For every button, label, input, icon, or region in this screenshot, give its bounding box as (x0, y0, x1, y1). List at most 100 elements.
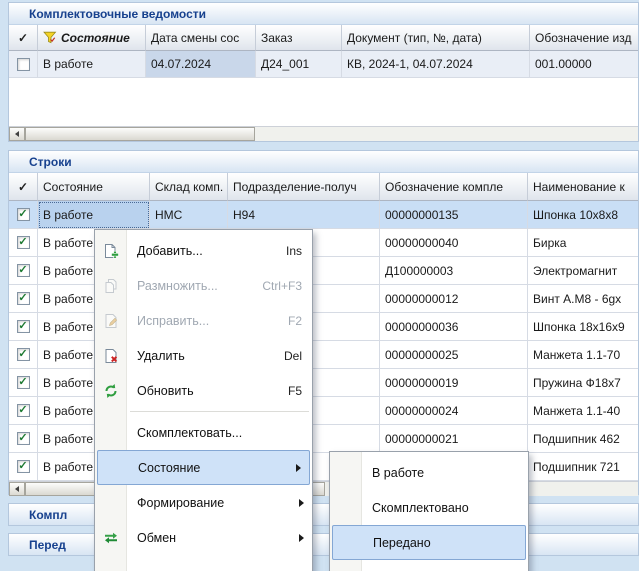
cell-name[interactable]: Манжета 1.1-40 (528, 397, 638, 425)
menu-item-refresh[interactable]: Обновить F5 (95, 373, 312, 408)
submenu-item-skomplektovano[interactable]: Скомплектовано (330, 490, 528, 525)
cell-name[interactable]: Манжета 1.1-70 (528, 341, 638, 369)
checkbox-checked[interactable]: ✓ (17, 292, 30, 305)
cell-designation[interactable]: 001.00000 (530, 51, 638, 78)
panel-header-vedomosti[interactable]: Комплектовочные ведомости (9, 3, 638, 25)
row-select-cell[interactable]: ✓ (9, 397, 38, 425)
header-select-column[interactable]: ✓ (9, 25, 38, 51)
cell-name[interactable]: Бирка (528, 229, 638, 257)
cell-name[interactable]: Шпонка 10х8х8 (528, 201, 638, 229)
menu-item-label: Передано (373, 536, 515, 550)
table-row[interactable]: В работе 04.07.2024 Д24_001 КВ, 2024-1, … (9, 51, 638, 78)
row-select-cell[interactable]: ✓ (9, 285, 38, 313)
refresh-icon (102, 382, 120, 400)
header-warehouse[interactable]: Склад комп. (150, 173, 228, 201)
cell-date[interactable]: 04.07.2024 (146, 51, 256, 78)
menu-item-label: Удалить (137, 349, 272, 363)
row-select-cell[interactable]: ✓ (9, 257, 38, 285)
cell-warehouse[interactable]: НМС (150, 201, 228, 229)
cell-document[interactable]: КВ, 2024-1, 04.07.2024 (342, 51, 530, 78)
checkbox-checked[interactable]: ✓ (17, 236, 30, 249)
checkbox-checked[interactable]: ✓ (17, 460, 30, 473)
scroll-left-button[interactable] (9, 482, 25, 496)
cell-name[interactable]: Электромагнит (528, 257, 638, 285)
cell-name[interactable]: Винт А.М8 - 6gх (528, 285, 638, 313)
cell-designation[interactable]: 00000000135 (380, 201, 528, 229)
menu-item-obmen[interactable]: Обмен (95, 520, 312, 555)
menu-item-label: Обмен (137, 531, 302, 545)
menu-item-hotkey: F2 (288, 314, 302, 328)
row-select-cell[interactable]: ✓ (9, 313, 38, 341)
checkbox-checked[interactable]: ✓ (17, 320, 30, 333)
menu-item-label: Добавить... (137, 244, 274, 258)
menu-item-add[interactable]: Добавить... Ins (95, 233, 312, 268)
header-designation[interactable]: Обозначение компле (380, 173, 528, 201)
vedomosti-grid-header: ✓ Состояние Дата смены сос Заказ Докумен… (9, 25, 638, 51)
cell-name[interactable]: Подшипник 721 (528, 453, 638, 481)
row-select-cell[interactable]: ✓ (9, 201, 38, 229)
checkbox-checked[interactable]: ✓ (17, 376, 30, 389)
checkbox-checked[interactable]: ✓ (17, 348, 30, 361)
scroll-left-icon (15, 486, 19, 492)
cell-designation[interactable]: 00000000040 (380, 229, 528, 257)
menu-item-hotkey: F5 (288, 384, 302, 398)
header-department[interactable]: Подразделение-получ (228, 173, 380, 201)
cell-name[interactable]: Подшипник 462 (528, 425, 638, 453)
header-state[interactable]: Состояние (38, 25, 146, 51)
cell-designation[interactable]: 00000000021 (380, 425, 528, 453)
menu-item-formirovanie[interactable]: Формирование (95, 485, 312, 520)
scrollbar-thumb[interactable] (25, 127, 255, 141)
cell-state[interactable]: В работе (38, 51, 146, 78)
edit-icon (102, 312, 120, 330)
header-document[interactable]: Документ (тип, №, дата) (342, 25, 530, 51)
header-name[interactable]: Наименование к (528, 173, 638, 201)
submenu-item-v-rabote[interactable]: В работе (330, 455, 528, 490)
menu-item-edit[interactable]: Исправить... F2 (95, 303, 312, 338)
state-submenu: В работе Скомплектовано Передано (329, 451, 529, 571)
sort-funnel-icon (43, 31, 57, 44)
menu-item-skomplektovat[interactable]: Скомплектовать... (95, 415, 312, 450)
row-select-cell[interactable]: ✓ (9, 341, 38, 369)
horizontal-scrollbar[interactable] (9, 126, 638, 141)
row-select-cell[interactable]: ✓ (9, 369, 38, 397)
submenu-item-peredano[interactable]: Передано (332, 525, 526, 560)
menu-item-sostoyanie[interactable]: Состояние (97, 450, 310, 485)
panel-title-vedomosti: Комплектовочные ведомости (29, 7, 206, 21)
checkbox-unchecked[interactable] (17, 58, 30, 71)
scroll-left-button[interactable] (9, 127, 25, 141)
row-select-cell[interactable] (9, 51, 38, 78)
menu-item-delete[interactable]: Удалить Del (95, 338, 312, 373)
checkbox-checked[interactable]: ✓ (17, 264, 30, 277)
app-root: Комплектовочные ведомости ✓ Состояние Да… (0, 0, 639, 571)
cell-designation[interactable]: 00000000025 (380, 341, 528, 369)
panel-header-stroki[interactable]: Строки (9, 151, 638, 173)
cell-designation[interactable]: 00000000036 (380, 313, 528, 341)
menu-item-label: Скомплектовано (372, 501, 518, 515)
row-select-cell[interactable]: ✓ (9, 229, 38, 257)
cell-department[interactable]: Н94 (228, 201, 380, 229)
row-select-cell[interactable]: ✓ (9, 453, 38, 481)
menu-item-duplicate[interactable]: Размножить... Ctrl+F3 (95, 268, 312, 303)
menu-item-label: В работе (372, 466, 518, 480)
header-order[interactable]: Заказ (256, 25, 342, 51)
cell-name[interactable]: Пружина Ф18х7 (528, 369, 638, 397)
cell-name[interactable]: Шпонка 18х16х9 (528, 313, 638, 341)
checkbox-checked[interactable]: ✓ (17, 432, 30, 445)
duplicate-icon (102, 277, 120, 295)
delete-icon (102, 347, 120, 365)
cell-designation[interactable]: 00000000012 (380, 285, 528, 313)
table-row[interactable]: ✓ В работе НМС Н94 00000000135 Шпонка 10… (9, 201, 638, 229)
checkbox-checked[interactable]: ✓ (17, 208, 30, 221)
header-select-column[interactable]: ✓ (9, 173, 38, 201)
checkbox-checked[interactable]: ✓ (17, 404, 30, 417)
context-menu: Добавить... Ins Размножить... Ctrl+F3 Ис… (94, 229, 313, 571)
header-date[interactable]: Дата смены сос (146, 25, 256, 51)
header-designation[interactable]: Обозначение изд (530, 25, 638, 51)
row-select-cell[interactable]: ✓ (9, 425, 38, 453)
cell-designation[interactable]: 00000000024 (380, 397, 528, 425)
cell-designation[interactable]: 00000000019 (380, 369, 528, 397)
header-state[interactable]: Состояние (38, 173, 150, 201)
cell-state[interactable]: В работе (38, 201, 150, 229)
cell-designation[interactable]: Д100000003 (380, 257, 528, 285)
cell-order[interactable]: Д24_001 (256, 51, 342, 78)
